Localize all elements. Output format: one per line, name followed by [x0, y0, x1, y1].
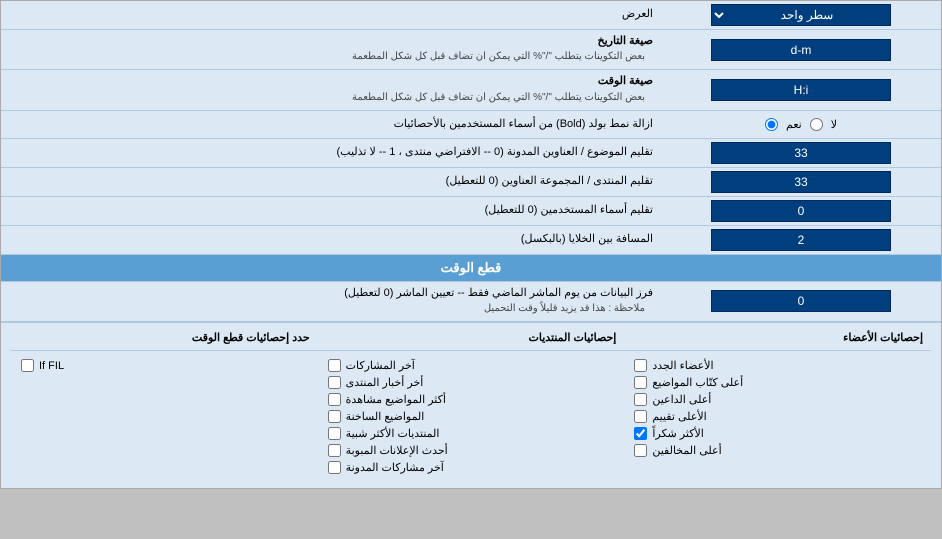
- checkbox-item-top-inviters: أعلى الداعين: [634, 393, 921, 406]
- checkboxes-col3: If FIL: [11, 355, 318, 482]
- checkbox-top-rated[interactable]: [634, 410, 647, 423]
- forum-usernames-input-area: [661, 168, 941, 196]
- checkbox-top-writers[interactable]: [634, 376, 647, 389]
- checkbox-hot-topics-label: المواضيع الساخنة: [346, 410, 425, 423]
- checkbox-most-similar-label: المنتديات الأكثر شبية: [346, 427, 440, 440]
- checkbox-hot-topics[interactable]: [328, 410, 341, 423]
- usernames-trim-label: تقليم أسماء المستخدمين (0 للتعطيل): [1, 199, 661, 222]
- cutoff-note-label: ملاحظة : هذا قد يزيد قليلاً وقت التحميل: [9, 301, 653, 317]
- checkbox-most-thanked[interactable]: [634, 427, 647, 440]
- checkbox-most-thanked-label: الأكثر شكراً: [652, 427, 703, 440]
- time-format-input[interactable]: [711, 79, 891, 101]
- checkbox-last-posts-label: آخر المشاركات: [346, 359, 415, 372]
- checkboxes-three-col: If FIL آخر المشاركات أخر أخبار المنتدى أ…: [11, 355, 931, 482]
- display-input-area: سطر واحد سطرين ثلاثة أسطر: [661, 1, 941, 29]
- time-format-input-area: [661, 76, 941, 104]
- checkbox-ifFil-label: If FIL: [39, 360, 64, 372]
- time-format-label: صيغة الوقت بعض التكوينات يتطلب "/"% التي…: [1, 70, 661, 109]
- date-format-main-label: صيغة التاريخ: [9, 34, 653, 49]
- bold-remove-no-label: لا: [831, 118, 837, 131]
- cutoff-input[interactable]: [711, 290, 891, 312]
- topic-titles-row: تقليم الموضوع / العناوين المدونة (0 -- ا…: [1, 139, 941, 168]
- display-select[interactable]: سطر واحد سطرين ثلاثة أسطر: [711, 4, 891, 26]
- checkboxes-header-row: حدد إحصائيات قطع الوقت إحصائيات المنتديا…: [11, 329, 931, 351]
- cutoff-row: فرز البيانات من يوم الماشر الماضي فقط --…: [1, 282, 941, 322]
- checkbox-item-most-similar: المنتديات الأكثر شبية: [328, 427, 615, 440]
- cutoff-section-header: قطع الوقت: [1, 255, 941, 282]
- checkbox-new-members[interactable]: [634, 359, 647, 372]
- usernames-trim-input-area: [661, 197, 941, 225]
- checkbox-top-violators[interactable]: [634, 444, 647, 457]
- checkbox-top-writers-label: أعلى كتّاب المواضيع: [652, 376, 743, 389]
- time-format-row: صيغة الوقت بعض التكوينات يتطلب "/"% التي…: [1, 70, 941, 110]
- checkbox-new-members-label: الأعضاء الجدد: [652, 359, 713, 372]
- cells-spacing-input-area: [661, 226, 941, 254]
- date-format-sub-label: بعض التكوينات يتطلب "/"% التي يمكن ان تض…: [9, 49, 653, 65]
- checkbox-item-most-viewed: أكثر المواضيع مشاهدة: [328, 393, 615, 406]
- checkbox-forum-news-label: أخر أخبار المنتدى: [346, 376, 424, 389]
- cells-spacing-row: المسافة بين الخلايا (بالبكسل): [1, 226, 941, 255]
- date-format-input[interactable]: [711, 39, 891, 61]
- checkbox-top-rated-label: الأعلى تقييم: [652, 410, 706, 423]
- checkbox-item-blog-posts: آخر مشاركات المدونة: [328, 461, 615, 474]
- topic-titles-label: تقليم الموضوع / العناوين المدونة (0 -- ا…: [1, 141, 661, 164]
- bold-remove-radio-group: نعم لا: [759, 116, 843, 133]
- display-label: العرض: [1, 3, 661, 26]
- checkbox-most-viewed-label: أكثر المواضيع مشاهدة: [346, 393, 446, 406]
- cells-spacing-label: المسافة بين الخلايا (بالبكسل): [1, 228, 661, 251]
- checkboxes-col2-header: إحصائيات المنتديات: [318, 329, 625, 346]
- bold-remove-input-area: نعم لا: [661, 113, 941, 136]
- usernames-trim-row: تقليم أسماء المستخدمين (0 للتعطيل): [1, 197, 941, 226]
- checkbox-top-inviters-label: أعلى الداعين: [652, 393, 711, 406]
- checkbox-item-ads: أحدث الإعلانات المبوبة: [328, 444, 615, 457]
- checkbox-ads-label: أحدث الإعلانات المبوبة: [346, 444, 448, 457]
- topic-titles-input-area: [661, 139, 941, 167]
- forum-usernames-row: تقليم المنتدى / المجموعة العناوين (0 للت…: [1, 168, 941, 197]
- checkbox-item-hot-topics: المواضيع الساخنة: [328, 410, 615, 423]
- cutoff-label: فرز البيانات من يوم الماشر الماضي فقط --…: [1, 282, 661, 321]
- bold-remove-no-radio[interactable]: [810, 118, 823, 131]
- bold-remove-row: ازالة نمط بولد (Bold) من أسماء المستخدمي…: [1, 111, 941, 139]
- forum-usernames-label: تقليم المنتدى / المجموعة العناوين (0 للت…: [1, 170, 661, 193]
- checkbox-item-ifFil: If FIL: [21, 359, 308, 372]
- bold-remove-yes-radio[interactable]: [765, 118, 778, 131]
- cutoff-input-area: [661, 282, 941, 321]
- checkbox-item-most-thanked: الأكثر شكراً: [634, 427, 921, 440]
- checkbox-blog-posts[interactable]: [328, 461, 341, 474]
- checkbox-most-similar[interactable]: [328, 427, 341, 440]
- checkbox-item-top-rated: الأعلى تقييم: [634, 410, 921, 423]
- topic-titles-input[interactable]: [711, 142, 891, 164]
- checkboxes-col2: آخر المشاركات أخر أخبار المنتدى أكثر الم…: [318, 355, 625, 482]
- checkbox-item-last-posts: آخر المشاركات: [328, 359, 615, 372]
- checkbox-top-violators-label: أعلى المخالفين: [652, 444, 721, 457]
- forum-usernames-input[interactable]: [711, 171, 891, 193]
- cutoff-main-label: فرز البيانات من يوم الماشر الماضي فقط --…: [9, 286, 653, 301]
- checkboxes-limit-label: حدد إحصائيات قطع الوقت: [11, 329, 318, 346]
- checkbox-blog-posts-label: آخر مشاركات المدونة: [346, 461, 444, 474]
- checkboxes-col1: الأعضاء الجدد أعلى كتّاب المواضيع أعلى ا…: [624, 355, 931, 482]
- checkbox-top-inviters[interactable]: [634, 393, 647, 406]
- checkbox-most-viewed[interactable]: [328, 393, 341, 406]
- date-format-input-area: [661, 36, 941, 64]
- checkbox-ifFil[interactable]: [21, 359, 34, 372]
- bold-remove-yes-label: نعم: [786, 118, 802, 131]
- checkbox-item-forum-news: أخر أخبار المنتدى: [328, 376, 615, 389]
- checkbox-forum-news[interactable]: [328, 376, 341, 389]
- usernames-trim-input[interactable]: [711, 200, 891, 222]
- date-format-label: صيغة التاريخ بعض التكوينات يتطلب "/"% ال…: [1, 30, 661, 69]
- checkbox-item-top-violators: أعلى المخالفين: [634, 444, 921, 457]
- cells-spacing-input[interactable]: [711, 229, 891, 251]
- display-row: العرض سطر واحد سطرين ثلاثة أسطر: [1, 1, 941, 30]
- time-format-main-label: صيغة الوقت: [9, 74, 653, 89]
- main-container: العرض سطر واحد سطرين ثلاثة أسطر صيغة الت…: [0, 0, 942, 489]
- checkbox-item-top-writers: أعلى كتّاب المواضيع: [634, 376, 921, 389]
- checkbox-item-new-members: الأعضاء الجدد: [634, 359, 921, 372]
- checkbox-last-posts[interactable]: [328, 359, 341, 372]
- date-format-row: صيغة التاريخ بعض التكوينات يتطلب "/"% ال…: [1, 30, 941, 70]
- checkbox-ads[interactable]: [328, 444, 341, 457]
- checkboxes-col1-header: إحصائيات الأعضاء: [624, 329, 931, 346]
- time-format-sub-label: بعض التكوينات يتطلب "/"% التي يمكن ان تض…: [9, 90, 653, 106]
- bold-remove-label: ازالة نمط بولد (Bold) من أسماء المستخدمي…: [1, 113, 661, 136]
- checkboxes-section: حدد إحصائيات قطع الوقت إحصائيات المنتديا…: [1, 322, 941, 488]
